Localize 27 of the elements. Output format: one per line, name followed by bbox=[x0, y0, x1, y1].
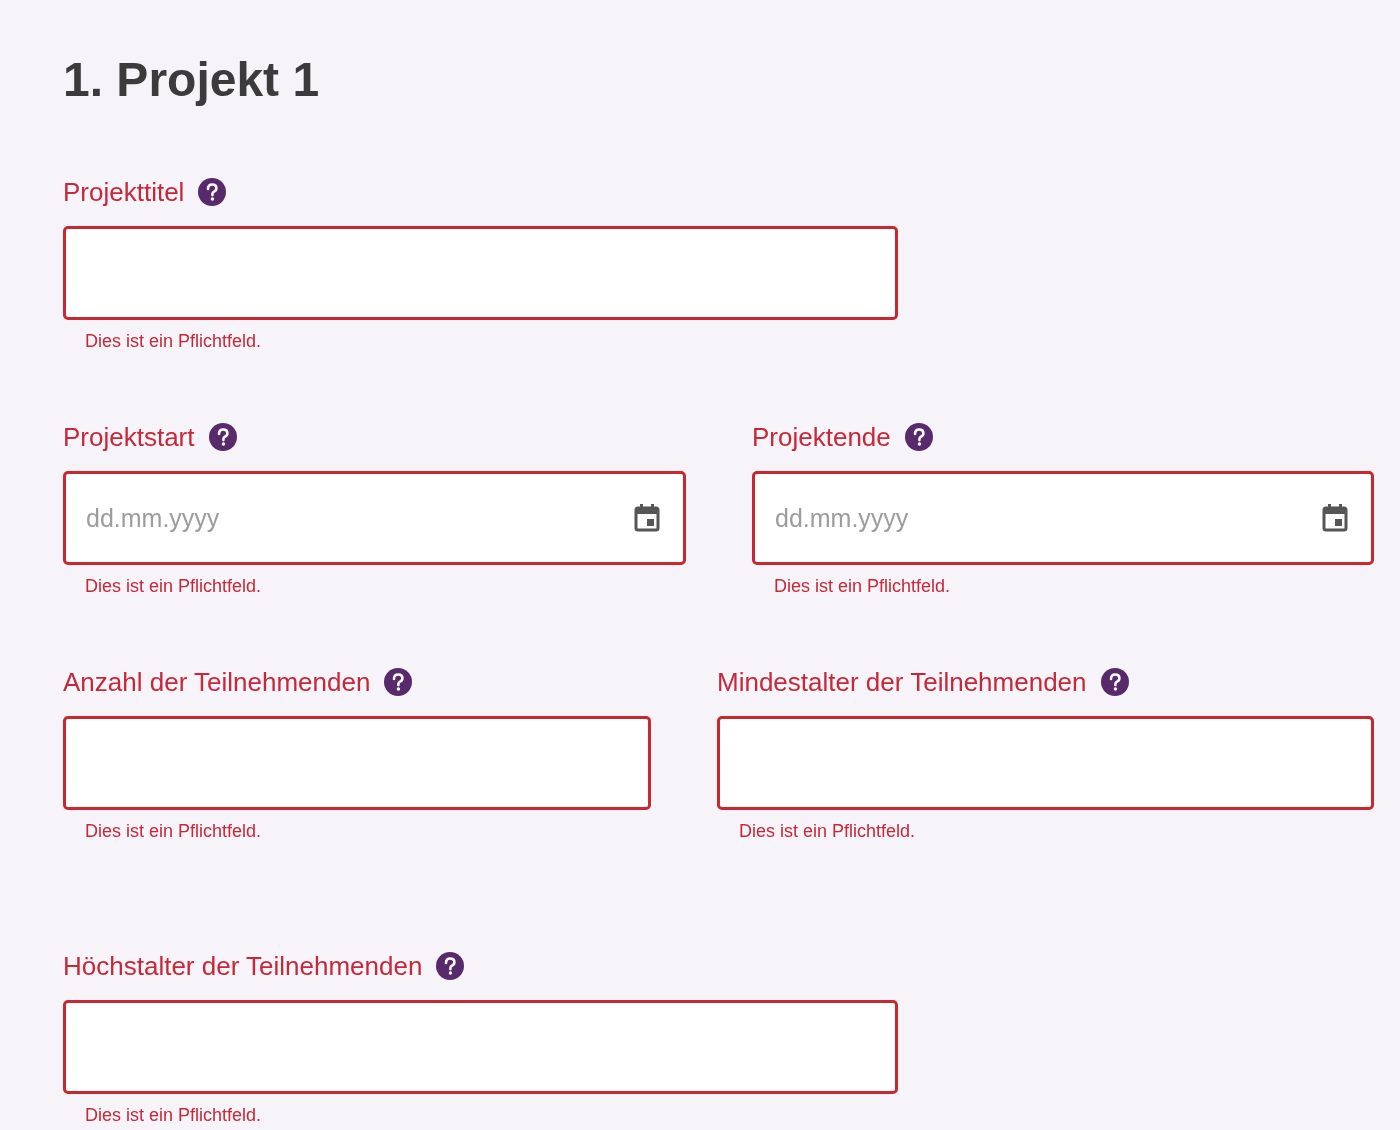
field-label: Höchstalter der Teilnehmenden bbox=[63, 950, 423, 982]
error-message: Dies ist ein Pflichtfeld. bbox=[85, 820, 262, 842]
help-icon[interactable] bbox=[198, 178, 227, 206]
help-icon[interactable] bbox=[904, 423, 933, 451]
text-field[interactable] bbox=[63, 1000, 898, 1094]
error-message: Dies ist ein Pflichtfeld. bbox=[85, 330, 262, 352]
date-field[interactable]: dd.mm.yyyy bbox=[752, 471, 1374, 565]
field-label: Projekttitel bbox=[63, 176, 185, 208]
text-field[interactable] bbox=[63, 716, 651, 810]
field-label: Projektende bbox=[752, 421, 891, 453]
text-field[interactable] bbox=[63, 226, 898, 320]
error-message: Dies ist ein Pflichtfeld. bbox=[85, 1104, 262, 1126]
section-heading: 1. Projekt 1 bbox=[63, 52, 320, 108]
date-field[interactable]: dd.mm.yyyy bbox=[63, 471, 686, 565]
placeholder-text: dd.mm.yyyy bbox=[775, 503, 909, 533]
help-icon[interactable] bbox=[1100, 668, 1129, 696]
error-message: Dies ist ein Pflichtfeld. bbox=[85, 575, 262, 597]
error-message: Dies ist ein Pflichtfeld. bbox=[739, 820, 916, 842]
placeholder-text: dd.mm.yyyy bbox=[86, 503, 220, 533]
field-label: Anzahl der Teilnehmenden bbox=[63, 666, 371, 698]
help-icon[interactable] bbox=[384, 668, 413, 696]
text-field[interactable] bbox=[717, 716, 1374, 810]
help-icon[interactable] bbox=[436, 952, 465, 980]
error-message: Dies ist ein Pflichtfeld. bbox=[774, 575, 951, 597]
field-label: Mindestalter der Teilnehmenden bbox=[717, 666, 1087, 698]
field-label: Projektstart bbox=[63, 421, 195, 453]
help-icon[interactable] bbox=[208, 423, 237, 451]
